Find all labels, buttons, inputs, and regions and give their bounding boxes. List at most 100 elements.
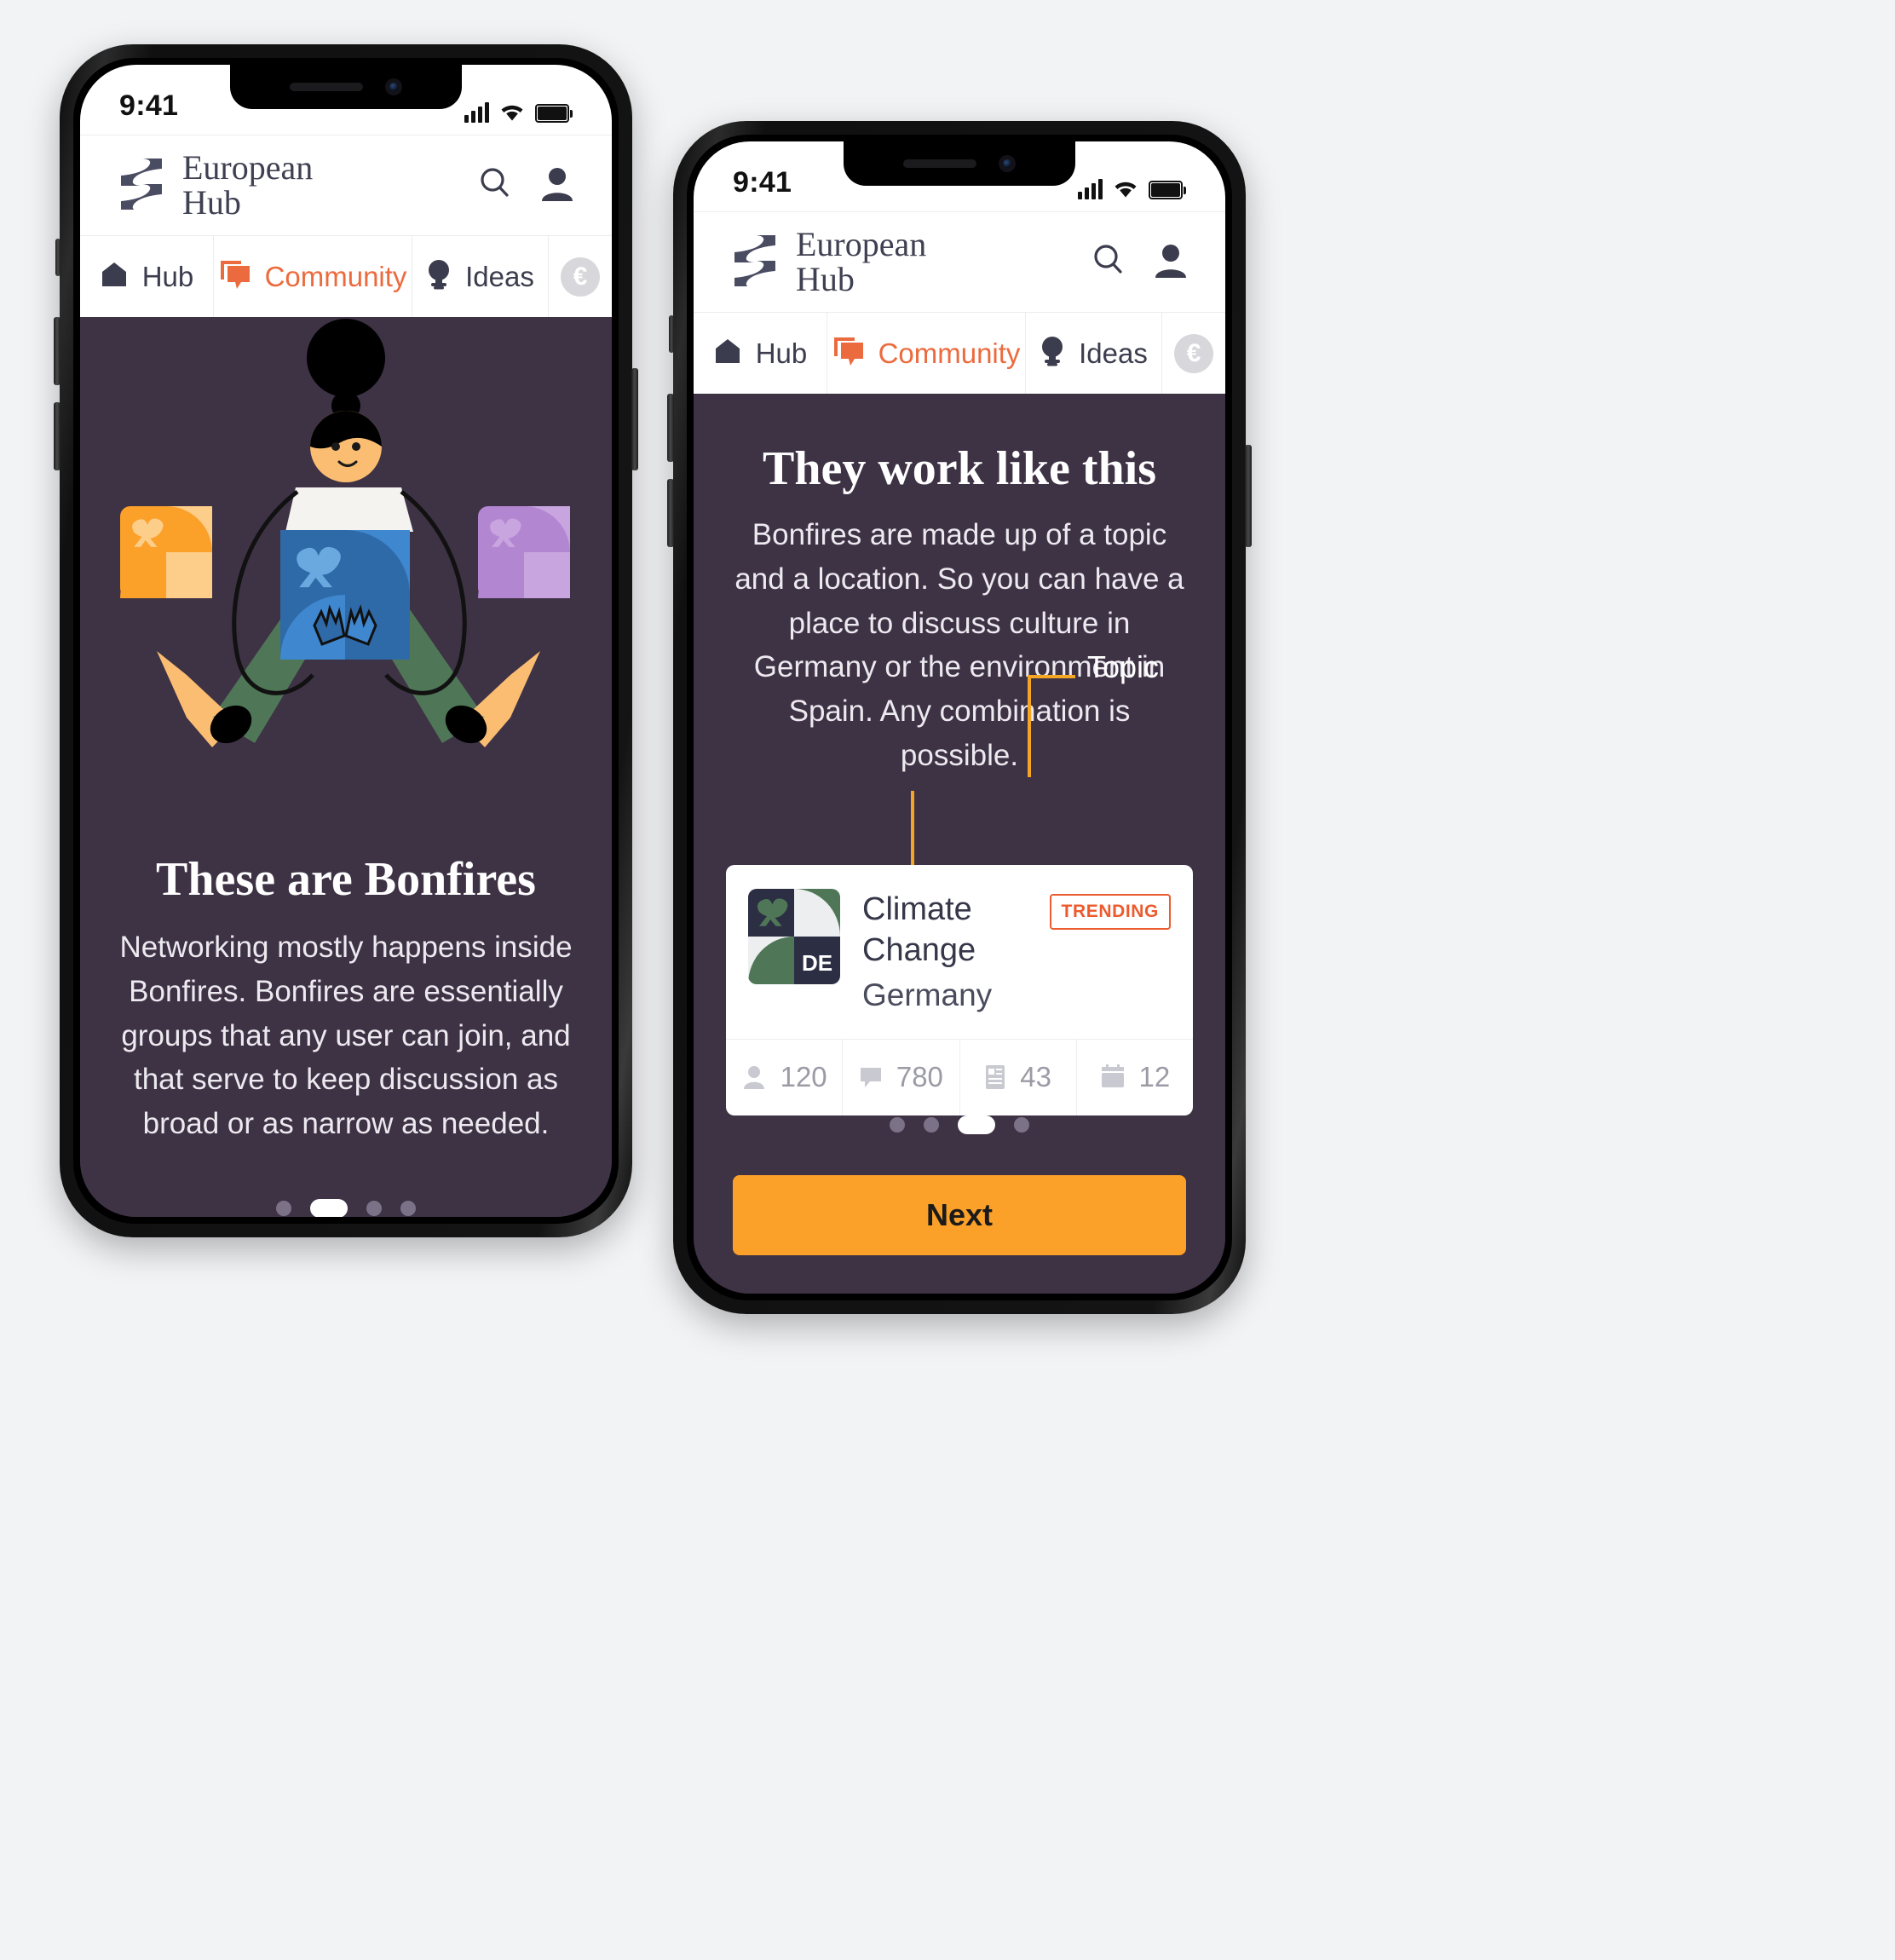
bonfire-card-header: DE Climate Change Germany TRENDING xyxy=(726,865,1193,1039)
tab-bar-right: Hub Community Ideas € xyxy=(694,312,1225,394)
tab-community-label: Community xyxy=(264,260,407,292)
account-avatar-icon[interactable] xyxy=(1154,242,1188,282)
pagination-dot[interactable] xyxy=(276,1200,291,1216)
tab-euro[interactable]: € xyxy=(549,236,612,317)
screen-right: 9:41 European Hub Hub Community Ideas € … xyxy=(694,141,1225,1294)
svg-text:DE: DE xyxy=(802,950,832,976)
brand-title-line2: Hub xyxy=(796,259,855,298)
slide-body-left: Networking mostly happens inside Bonfire… xyxy=(119,931,573,1141)
tab-community[interactable]: Community xyxy=(214,236,412,317)
stat-articles: 43 xyxy=(960,1039,1077,1115)
front-camera-icon xyxy=(385,78,402,95)
european-hub-logo-icon xyxy=(731,233,779,291)
screenshot-stage: 9:41 European Hub Hub Community Ideas € … xyxy=(0,0,1895,1960)
slide-headline-right: They work like this xyxy=(762,442,1157,495)
status-time: 9:41 xyxy=(119,89,179,122)
euro-circle-icon: € xyxy=(1174,333,1213,373)
volume-up-button[interactable] xyxy=(54,317,60,385)
next-button-right[interactable]: Next xyxy=(733,1174,1186,1255)
home-icon xyxy=(713,337,742,370)
battery-nub-icon xyxy=(570,109,573,118)
euro-circle-icon: € xyxy=(561,257,600,297)
earpiece-speaker-icon xyxy=(903,159,976,168)
tab-hub-label: Hub xyxy=(755,337,808,369)
tab-community[interactable]: Community xyxy=(827,313,1026,394)
topic-annotation-connector xyxy=(1028,675,1147,777)
brand-lockup: European Hub xyxy=(118,147,314,222)
screen-left: 9:41 European Hub Hub Community Ideas € … xyxy=(80,65,612,1217)
pagination-dots-left xyxy=(80,1198,612,1217)
volume-up-button[interactable] xyxy=(667,394,674,462)
tab-hub-label: Hub xyxy=(141,260,194,292)
app-header-left: European Hub xyxy=(80,135,612,235)
pagination-dot[interactable] xyxy=(1014,1116,1029,1133)
home-icon xyxy=(100,260,129,293)
members-icon xyxy=(741,1064,767,1090)
tab-hub[interactable]: Hub xyxy=(694,313,827,394)
silent-switch[interactable] xyxy=(669,315,674,353)
battery-full-icon xyxy=(535,104,569,123)
power-button[interactable] xyxy=(1245,445,1252,547)
front-camera-icon xyxy=(999,155,1016,172)
topic-annotation-label: Topic xyxy=(1087,649,1160,684)
bonfire-card-subtitle: Germany xyxy=(862,977,993,1013)
brand-title-line1: European xyxy=(182,147,314,187)
pagination-dot-active[interactable] xyxy=(958,1115,995,1134)
tab-euro[interactable]: € xyxy=(1162,313,1225,394)
battery-full-icon xyxy=(1149,181,1183,199)
bonfire-card[interactable]: DE Climate Change Germany TRENDING 120 7… xyxy=(726,864,1193,1115)
search-icon[interactable] xyxy=(477,165,513,205)
brand-title-line2: Hub xyxy=(182,182,241,222)
comments-icon xyxy=(859,1065,883,1089)
tab-ideas[interactable]: Ideas xyxy=(412,236,549,317)
stat-comments-value: 780 xyxy=(896,1061,943,1093)
status-indicators xyxy=(1078,179,1186,199)
search-icon[interactable] xyxy=(1091,242,1126,282)
stat-members: 120 xyxy=(726,1039,844,1115)
notch-right xyxy=(844,141,1075,186)
stat-comments: 780 xyxy=(843,1039,960,1115)
brand-lockup: European Hub xyxy=(731,224,927,298)
earpiece-speaker-icon xyxy=(290,83,363,91)
pagination-dot-active[interactable] xyxy=(310,1198,348,1217)
tab-ideas-label: Ideas xyxy=(465,260,534,292)
pagination-dot[interactable] xyxy=(890,1116,905,1133)
tab-ideas[interactable]: Ideas xyxy=(1026,313,1162,394)
skip-tutorial-link-right[interactable]: Skip tutorial xyxy=(694,1293,1225,1294)
volume-down-button[interactable] xyxy=(667,479,674,547)
slide-headline-left: These are Bonfires xyxy=(156,853,536,906)
pagination-dots-right xyxy=(694,1115,1225,1134)
lightbulb-icon xyxy=(426,259,452,294)
brand-title: European Hub xyxy=(796,224,927,298)
stat-articles-value: 43 xyxy=(1020,1061,1051,1093)
power-button[interactable] xyxy=(631,368,638,470)
pagination-dot[interactable] xyxy=(924,1116,939,1133)
bonfire-card-title: Climate Change xyxy=(862,891,976,969)
bonfire-country-tile-icon: DE xyxy=(748,888,840,984)
phone-device-left: 9:41 European Hub Hub Community Ideas € … xyxy=(54,44,638,1237)
pagination-dot[interactable] xyxy=(400,1200,416,1216)
phone-bezel-right: 9:41 European Hub Hub Community Ideas € … xyxy=(687,135,1232,1300)
phone-device-right: 9:41 European Hub Hub Community Ideas € … xyxy=(667,121,1252,1314)
tutorial-slide-right: They work like this Bonfires are made up… xyxy=(694,394,1225,1294)
account-avatar-icon[interactable] xyxy=(540,165,574,205)
events-calendar-icon xyxy=(1100,1064,1126,1090)
volume-down-button[interactable] xyxy=(54,402,60,470)
cellular-bars-icon xyxy=(464,102,489,123)
bonfire-card-titles: Climate Change Germany xyxy=(862,889,1028,1017)
notch-left xyxy=(230,65,462,109)
status-indicators xyxy=(464,102,573,123)
cellular-bars-icon xyxy=(1078,179,1103,199)
tab-bar-left: Hub Community Ideas € xyxy=(80,235,612,317)
tab-ideas-label: Ideas xyxy=(1079,337,1148,369)
brand-title-line1: European xyxy=(796,224,927,263)
speech-bubbles-icon xyxy=(832,336,865,371)
battery-nub-icon xyxy=(1184,186,1186,194)
silent-switch[interactable] xyxy=(55,239,60,276)
articles-icon xyxy=(984,1064,1006,1090)
tab-hub[interactable]: Hub xyxy=(80,236,214,317)
pagination-dot[interactable] xyxy=(366,1200,382,1216)
stat-members-value: 120 xyxy=(780,1061,827,1093)
app-header-right: European Hub xyxy=(694,211,1225,312)
tab-community-label: Community xyxy=(878,337,1021,369)
